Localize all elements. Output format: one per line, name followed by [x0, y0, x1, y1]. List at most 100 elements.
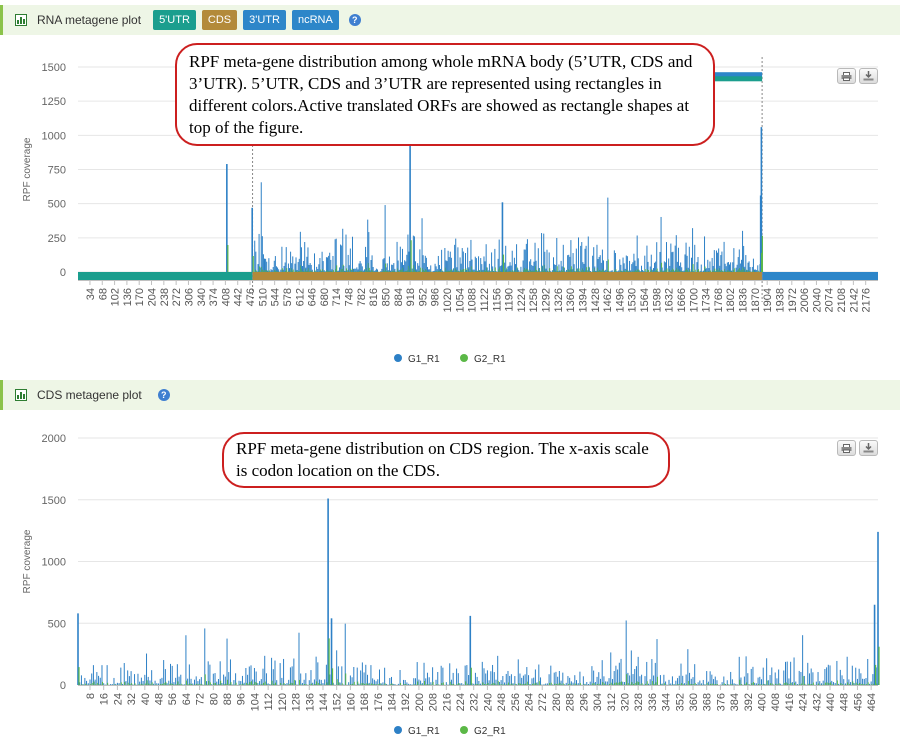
x-tick-label: 376 — [715, 693, 727, 711]
x-tick-label: 288 — [565, 693, 577, 711]
x-tick-label: 1632 — [664, 288, 676, 312]
x-tick-label: 448 — [839, 693, 851, 711]
y-tick-label: 1000 — [42, 130, 66, 142]
y-tick-label: 0 — [60, 680, 66, 692]
x-tick-label: 1836 — [738, 288, 750, 312]
y-tick-label: 500 — [48, 199, 66, 211]
y-tick-label: 750 — [48, 165, 66, 177]
x-tick-label: 344 — [661, 693, 673, 711]
badge-ncrna[interactable]: ncRNA — [291, 10, 339, 30]
legend-marker — [460, 726, 468, 734]
download-icon — [863, 71, 874, 81]
x-tick-label: 336 — [647, 693, 659, 711]
x-tick-label: 208 — [428, 693, 440, 711]
x-tick-label: 1802 — [725, 288, 737, 312]
x-tick-label: 440 — [825, 693, 837, 711]
x-tick-label: 442 — [233, 288, 245, 306]
x-tick-label: 1938 — [774, 288, 786, 312]
x-tick-label: 1326 — [553, 288, 565, 312]
x-tick-label: 24 — [112, 693, 124, 705]
x-tick-label: 782 — [356, 288, 368, 306]
x-tick-label: 384 — [729, 693, 741, 711]
y-tick-label: 1000 — [42, 557, 66, 569]
legend-label: G1_R1 — [408, 354, 440, 365]
print-icon — [841, 71, 852, 81]
y-tick-label: 0 — [60, 267, 66, 279]
x-tick-label: 1122 — [479, 288, 491, 312]
x-tick-label: 1258 — [528, 288, 540, 312]
x-tick-label: 1768 — [713, 288, 725, 312]
x-tick-label: 1870 — [750, 288, 762, 312]
x-tick-label: 56 — [167, 693, 179, 705]
x-tick-label: 1054 — [454, 288, 466, 312]
badge-3utr[interactable]: 3'UTR — [243, 10, 286, 30]
legend-label: G2_R1 — [474, 354, 506, 365]
x-tick-label: 714 — [331, 288, 343, 306]
x-tick-label: 416 — [784, 693, 796, 711]
x-tick-label: 1394 — [577, 288, 589, 312]
x-tick-label: 296 — [578, 693, 590, 711]
x-tick-label: 224 — [455, 693, 467, 711]
x-tick-label: 264 — [524, 693, 536, 711]
x-tick-label: 2108 — [836, 288, 848, 312]
cds-annotation-text: RPF meta-gene distribution on CDS region… — [236, 439, 649, 480]
x-tick-label: 104 — [249, 693, 261, 711]
x-tick-label: 1564 — [639, 288, 651, 312]
x-tick-label: 80 — [208, 693, 220, 705]
download-button[interactable] — [859, 440, 878, 456]
print-button[interactable] — [837, 440, 856, 456]
x-tick-label: 352 — [674, 693, 686, 711]
legend-label: G1_R1 — [408, 726, 440, 737]
x-tick-label: 986 — [430, 288, 442, 306]
x-tick-label: 884 — [393, 288, 405, 306]
x-tick-label: 1972 — [787, 288, 799, 312]
badge-5utr[interactable]: 5'UTR — [153, 10, 196, 30]
badge-cds[interactable]: CDS — [201, 10, 238, 30]
rna-panel-title: RNA metagene plot — [37, 13, 142, 27]
x-tick-label: 408 — [770, 693, 782, 711]
help-icon[interactable]: ? — [157, 389, 170, 401]
x-tick-label: 952 — [417, 288, 429, 306]
x-tick-label: 544 — [270, 288, 282, 306]
x-tick-label: 248 — [496, 693, 508, 711]
cds-annotation-callout: RPF meta-gene distribution on CDS region… — [222, 432, 670, 488]
x-tick-label: 16 — [99, 693, 111, 705]
x-tick-label: 68 — [97, 288, 109, 300]
y-tick-label: 1500 — [42, 495, 66, 507]
print-button[interactable] — [837, 68, 856, 84]
x-tick-label: 1462 — [602, 288, 614, 312]
x-tick-label: 168 — [359, 693, 371, 711]
x-tick-label: 1428 — [590, 288, 602, 312]
download-button[interactable] — [859, 68, 878, 84]
cds-panel-title: CDS metagene plot — [37, 388, 142, 402]
help-icon[interactable]: ? — [348, 14, 361, 26]
x-tick-label: 120 — [277, 693, 289, 711]
x-tick-label: 304 — [592, 693, 604, 711]
x-tick-label: 96 — [236, 693, 248, 705]
cds-panel-header: CDS metagene plot ? — [0, 380, 900, 410]
region-cds — [252, 272, 763, 280]
x-tick-label: 1190 — [504, 288, 516, 312]
x-tick-label: 2142 — [848, 288, 860, 312]
x-tick-label: 850 — [380, 288, 392, 306]
x-tick-label: 136 — [304, 693, 316, 711]
x-tick-label: 408 — [220, 288, 232, 306]
x-tick-label: 48 — [154, 693, 166, 705]
x-tick-label: 238 — [159, 288, 171, 306]
x-tick-label: 360 — [688, 693, 700, 711]
y-tick-label: 2000 — [42, 433, 66, 445]
x-tick-label: 1360 — [565, 288, 577, 312]
x-tick-label: 306 — [183, 288, 195, 306]
x-tick-label: 34 — [85, 288, 97, 300]
x-tick-label: 112 — [263, 693, 275, 711]
rna-annotation-text: RPF meta-gene distribution among whole m… — [189, 52, 693, 137]
x-tick-label: 368 — [702, 693, 714, 711]
x-tick-label: 2006 — [799, 288, 811, 312]
x-tick-label: 280 — [551, 693, 563, 711]
x-tick-label: 102 — [110, 288, 122, 306]
x-tick-label: 72 — [195, 693, 207, 705]
x-tick-label: 1156 — [491, 288, 503, 312]
x-tick-label: 170 — [134, 288, 146, 306]
x-tick-label: 432 — [811, 693, 823, 711]
x-tick-label: 204 — [147, 288, 159, 306]
